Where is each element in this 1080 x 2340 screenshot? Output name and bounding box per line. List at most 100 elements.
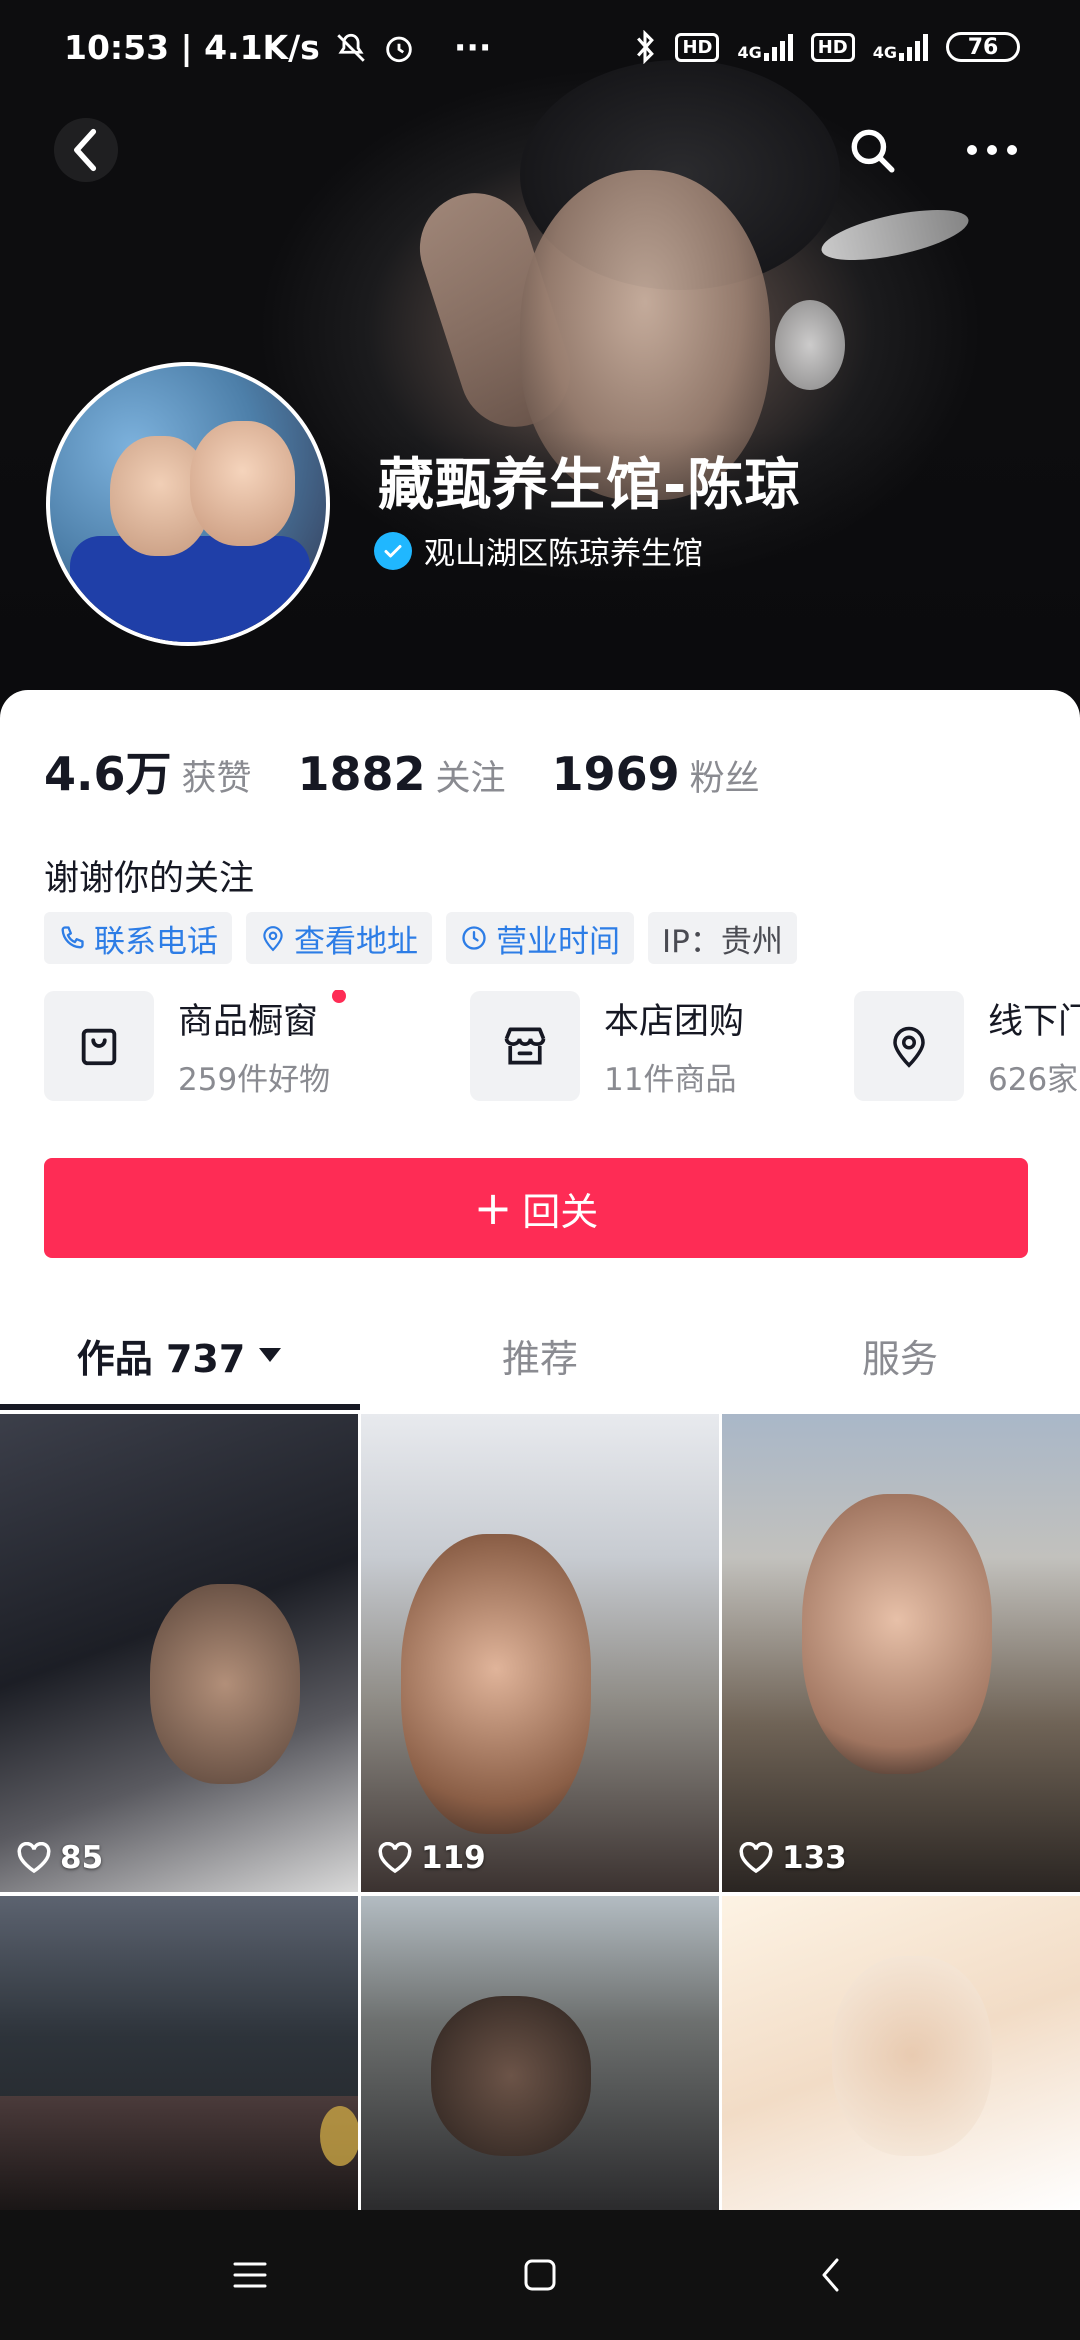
follow-back-button[interactable]: + 回关: [44, 1158, 1028, 1258]
service-title: 商品橱窗: [178, 1002, 319, 1042]
tab-label: 服务: [861, 1336, 938, 1381]
search-button[interactable]: [840, 118, 904, 182]
home-square-icon: [524, 2259, 556, 2291]
battery-level: 76: [967, 34, 999, 60]
ip-location-tag: IP：贵州: [648, 912, 797, 964]
like-count-value: 133: [782, 1840, 847, 1876]
like-count: 133: [738, 1840, 847, 1876]
hd-badge: HD: [810, 32, 855, 62]
status-time-network: 10:53 | 4.1K/s: [64, 28, 320, 67]
profile-tags: 联系电话 查看地址 营业时间 IP：贵州: [44, 912, 797, 964]
system-navigation-bar: [0, 2210, 1080, 2340]
stat-followers[interactable]: 1969 粉丝: [552, 747, 760, 801]
menu-button[interactable]: [210, 2235, 290, 2315]
stat-label: 获赞: [181, 759, 252, 799]
thumbnail-face-shape: [832, 1956, 992, 2156]
location-pin-icon: [854, 991, 964, 1101]
alarm-icon: [386, 36, 412, 62]
status-more-icon: ···: [453, 28, 492, 67]
video-thumbnail[interactable]: 119: [361, 1414, 719, 1892]
product-showcase[interactable]: 商品橱窗 259件好物: [44, 990, 347, 1102]
video-thumbnail[interactable]: [722, 1896, 1080, 2210]
thumbnail-crowd-shape: [0, 2096, 358, 2210]
tab-works[interactable]: 作品 737: [0, 1300, 360, 1410]
stat-label: 关注: [435, 759, 506, 799]
profile-bio: 谢谢你的关注: [44, 859, 255, 899]
offline-stores[interactable]: 线下门店 626家: [854, 990, 1080, 1102]
caret-down-icon: [259, 1348, 282, 1362]
service-subtitle: 259件好物: [178, 1062, 331, 1098]
signal-bars-icon: [899, 33, 928, 61]
bag-icon: [44, 991, 154, 1101]
profile-name: 藏甄养生馆-陈琼: [378, 453, 802, 518]
verified-info[interactable]: 观山湖区陈琼养生馆: [374, 528, 703, 573]
signal-bars-icon: [763, 33, 793, 61]
verified-label: 观山湖区陈琼养生馆: [424, 536, 703, 572]
stat-value: 1969: [551, 747, 680, 801]
stat-value: 1882: [297, 747, 426, 801]
plus-icon: +: [473, 1181, 513, 1235]
hd-badge: HD: [675, 32, 720, 62]
stat-likes[interactable]: 4.6万 获赞: [44, 738, 252, 804]
thumbnail-face-shape: [150, 1584, 300, 1784]
active-tab-indicator: [0, 1404, 360, 1410]
network-type: 4G: [737, 43, 762, 62]
tab-label: 推荐: [501, 1336, 578, 1381]
mute-icon: [337, 33, 365, 62]
network-type: 4G: [872, 43, 897, 62]
tag-label: 联系电话: [94, 923, 218, 960]
cover-feather-shape: [817, 199, 973, 271]
stat-following[interactable]: 1882 关注: [298, 747, 506, 801]
notification-dot: [332, 990, 347, 1003]
location-icon: [263, 926, 283, 952]
back-button[interactable]: [54, 118, 118, 182]
search-icon: [851, 129, 895, 173]
stat-label: 粉丝: [689, 759, 760, 799]
clock-icon: [462, 926, 486, 950]
store-group-buy[interactable]: 本店团购 11件商品: [470, 990, 744, 1102]
services-row: 商品橱窗 259件好物 本店团购 11件商品 线下门店 626家: [44, 990, 1080, 1110]
like-count-value: 85: [60, 1840, 104, 1876]
cover-feather-shape: [775, 300, 845, 390]
avatar-child-shape: [190, 421, 295, 546]
thumbnail-face-shape: [802, 1494, 992, 1774]
back-arrow-icon: [822, 2258, 839, 2292]
contact-phone-tag[interactable]: 联系电话: [44, 912, 232, 964]
content-tabs: 作品 737 推荐 服务: [0, 1300, 1080, 1410]
system-back-button[interactable]: [790, 2235, 870, 2315]
verified-badge-icon: [374, 531, 412, 570]
more-options-button[interactable]: [960, 118, 1024, 182]
service-subtitle: 11件商品: [604, 1062, 737, 1098]
tag-label: 查看地址: [294, 923, 418, 960]
tab-label: 作品 737: [76, 1336, 246, 1381]
like-count-value: 119: [421, 1840, 486, 1876]
like-count: 119: [377, 1840, 486, 1876]
tag-label: 营业时间: [496, 923, 620, 960]
more-dots-icon: [967, 145, 1017, 155]
view-address-tag[interactable]: 查看地址: [246, 912, 432, 964]
menu-icon: [233, 2262, 267, 2288]
chevron-left-icon: [74, 128, 97, 172]
avatar-shirt-shape: [70, 536, 310, 642]
home-button[interactable]: [500, 2235, 580, 2315]
heart-icon: [17, 1842, 51, 1874]
profile-stats: 4.6万 获赞 1882 关注 1969 粉丝: [44, 738, 806, 804]
video-thumbnail[interactable]: [361, 1896, 719, 2210]
status-bar: 10:53 | 4.1K/s ··· HD 4G HD 4G 76: [0, 0, 1080, 100]
bluetooth-icon: [637, 30, 655, 64]
tab-recommended[interactable]: 推荐: [360, 1300, 720, 1410]
tab-services[interactable]: 服务: [720, 1300, 1080, 1410]
stat-value: 4.6万: [44, 747, 172, 801]
service-title: 线下门店: [988, 1002, 1080, 1042]
like-count: 85: [16, 1840, 103, 1876]
video-thumbnail[interactable]: [0, 1896, 358, 2210]
heart-icon: [378, 1842, 412, 1874]
battery-icon: 76: [946, 32, 1020, 62]
video-thumbnail[interactable]: 85: [0, 1414, 358, 1892]
avatar[interactable]: [46, 362, 330, 646]
follow-back-label: 回关: [522, 1189, 599, 1234]
heart-icon: [739, 1842, 773, 1874]
phone-icon: [61, 926, 84, 949]
video-thumbnail[interactable]: 133: [722, 1414, 1080, 1892]
business-hours-tag[interactable]: 营业时间: [446, 912, 634, 964]
